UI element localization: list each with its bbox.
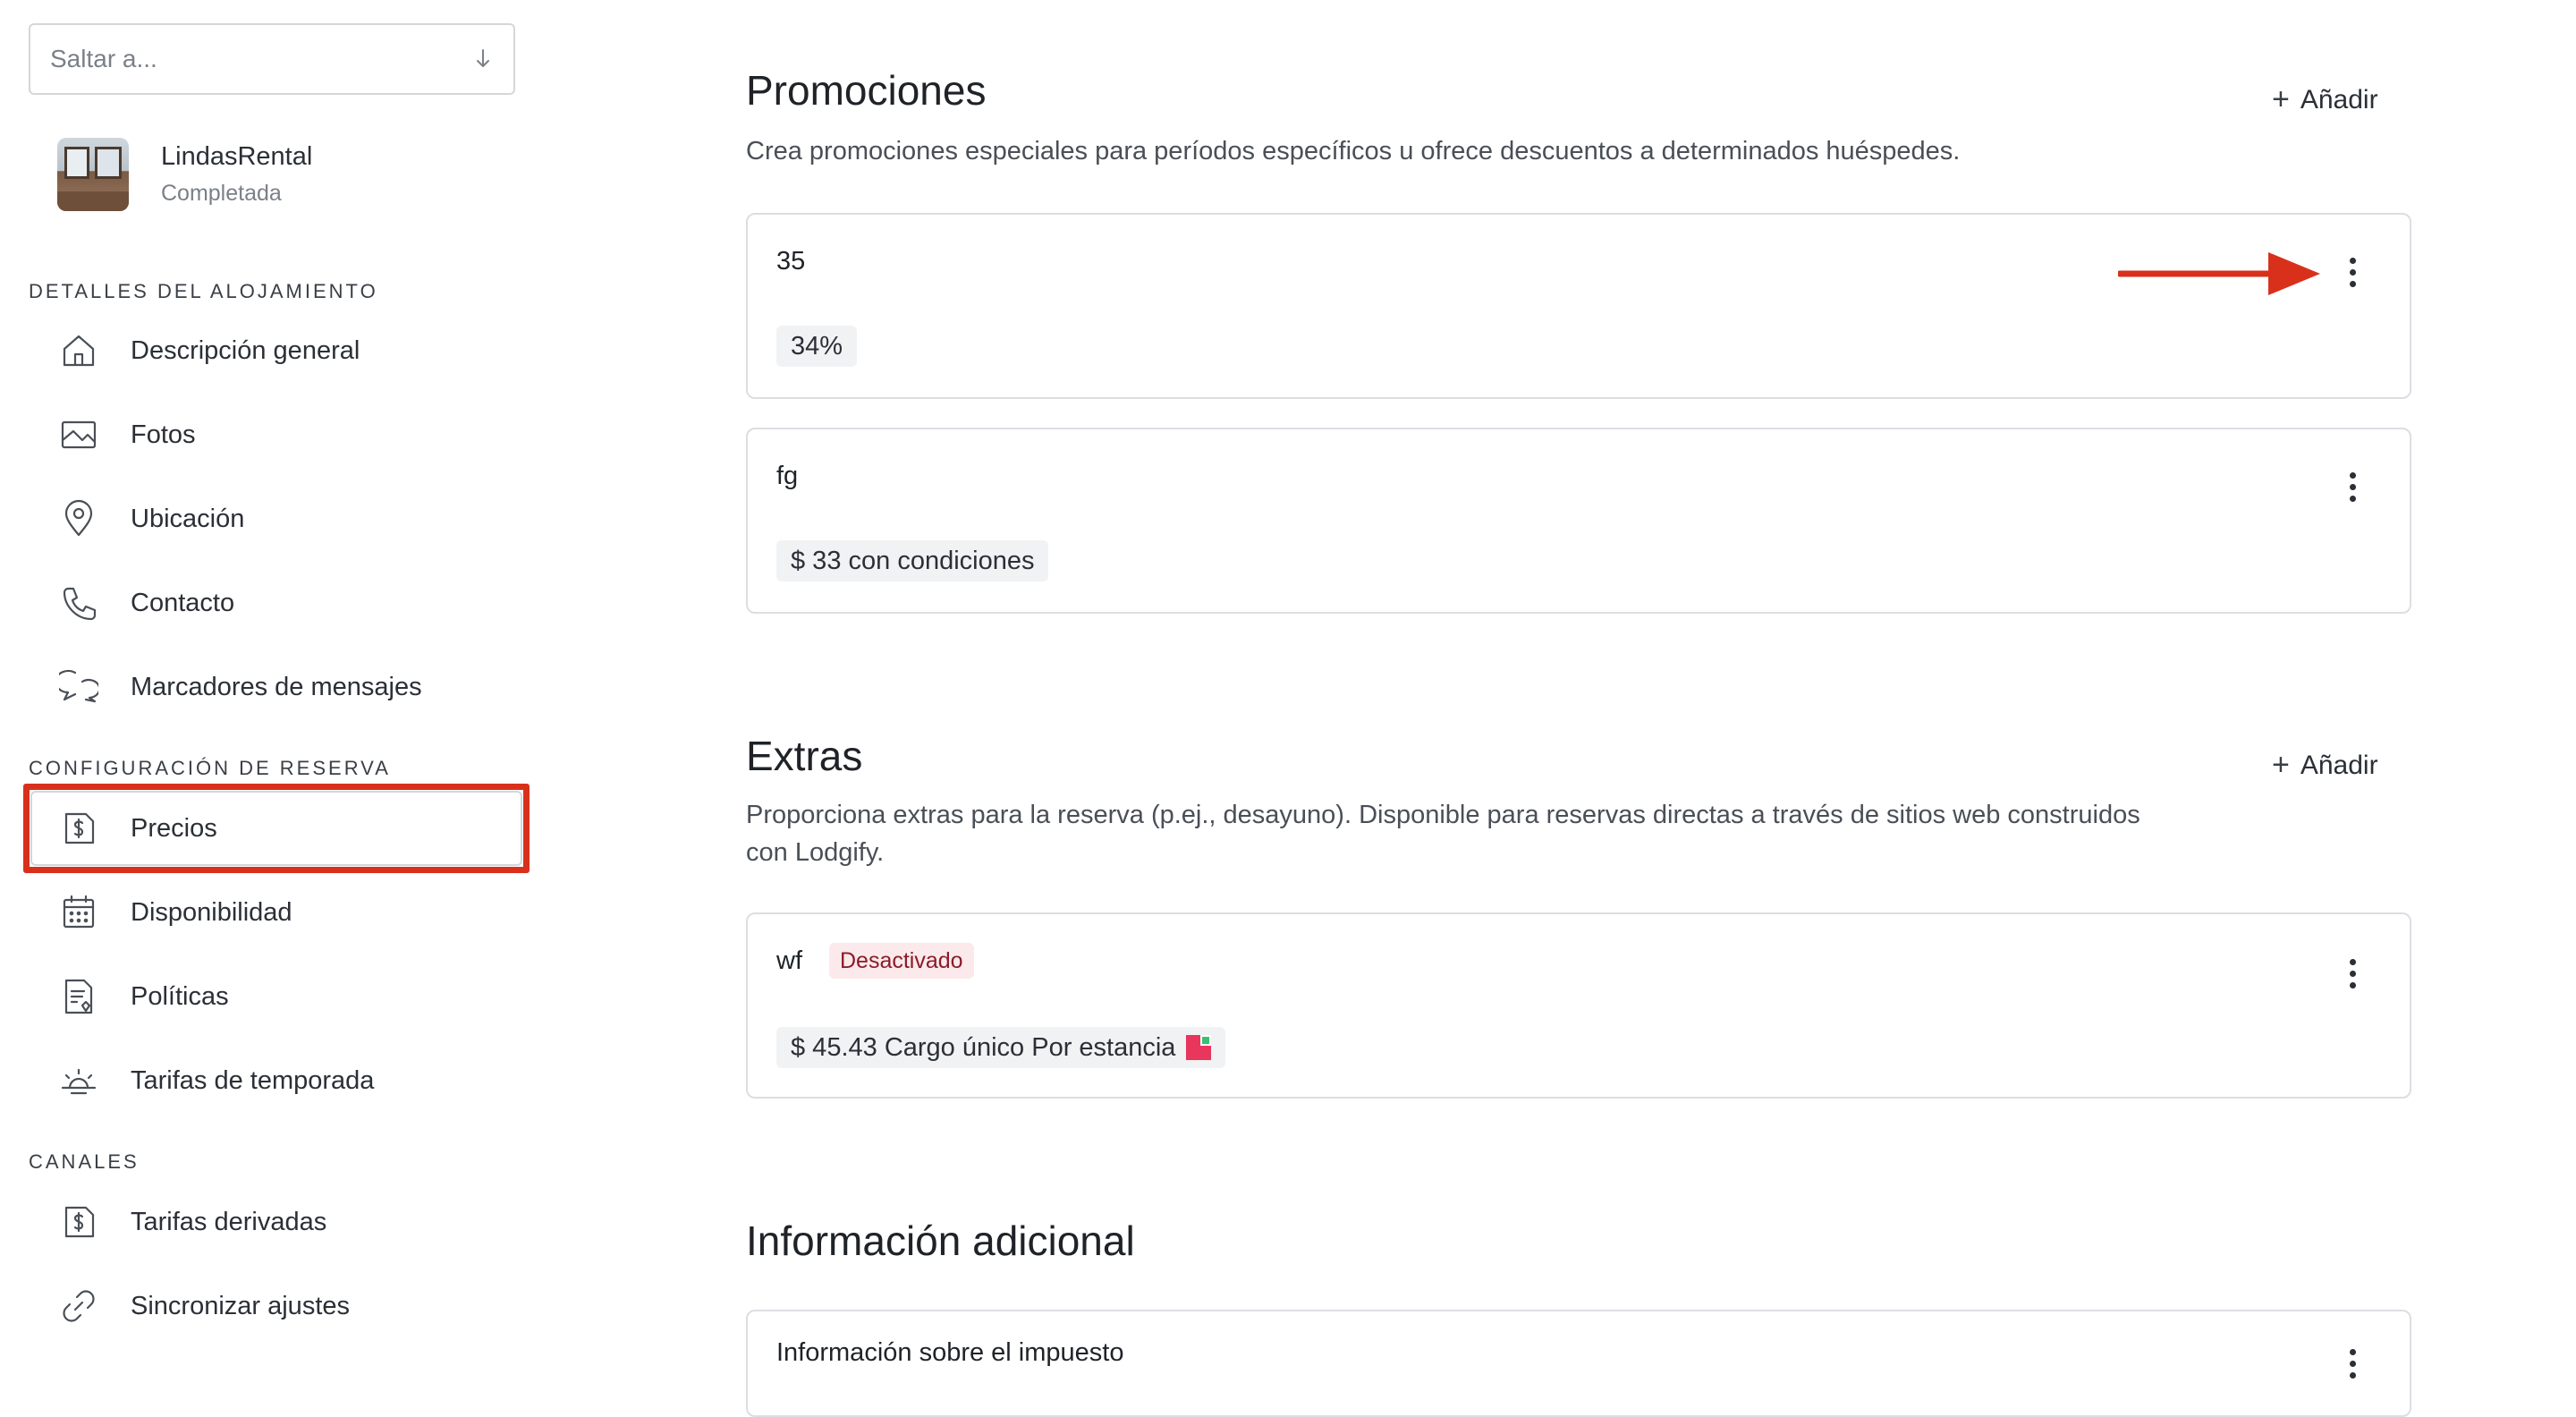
promotions-title: Promociones (746, 67, 987, 114)
sidebar-item-seasonal-rates[interactable]: Tarifas de temporada (57, 1054, 374, 1107)
section-label-booking: CONFIGURACIÓN DE RESERVA (29, 757, 391, 779)
sidebar-item-label: Políticas (131, 981, 229, 1011)
jump-to-select[interactable]: Saltar a... (29, 23, 515, 95)
sidebar-item-availability[interactable]: Disponibilidad (57, 886, 292, 939)
extras-description-line2: con Lodgify. (746, 838, 885, 867)
add-promotion-button[interactable]: + Añadir (2272, 82, 2378, 117)
more-options-icon[interactable] (2347, 959, 2358, 993)
additional-info-card-title: Información sobre el impuesto (776, 1338, 1124, 1367)
sidebar: Saltar a... LindasRental Completada DETA… (0, 0, 555, 1340)
home-icon (57, 329, 100, 372)
promotion-title: fg (776, 462, 799, 490)
extra-card[interactable]: wf Desactivado $ 45.43 Cargo único Por e… (746, 912, 2411, 1099)
extra-price-text: $ 45.43 Cargo único Por estancia (791, 1032, 1176, 1062)
red-arrow-annotation (2118, 252, 2320, 295)
promotion-discount-chip: 34% (776, 326, 858, 367)
listing-card[interactable]: LindasRental Completada (57, 138, 312, 211)
jump-to-placeholder: Saltar a... (50, 45, 157, 72)
more-options-icon[interactable] (2347, 472, 2358, 506)
arrow-down-icon (477, 49, 489, 67)
chat-bubbles-icon (57, 666, 100, 708)
promotions-description: Crea promociones especiales para período… (746, 137, 1961, 165)
promotion-condition-chip: $ 33 con condiciones (776, 540, 1049, 581)
listing-name: LindasRental (161, 142, 313, 171)
additional-info-card[interactable]: Información sobre el impuesto (746, 1310, 2411, 1417)
add-extra-button[interactable]: + Añadir (2272, 748, 2378, 783)
sidebar-item-sync-settings[interactable]: Sincronizar ajustes (57, 1279, 350, 1333)
plus-icon: + (2272, 82, 2290, 116)
extras-title: Extras (746, 733, 863, 779)
sun-icon (57, 1059, 100, 1102)
extra-title-row: wf Desactivado (776, 943, 974, 979)
phone-icon (57, 581, 100, 624)
sidebar-item-label: Precios (131, 813, 217, 843)
sidebar-item-label: Disponibilidad (131, 897, 292, 927)
extra-title: wf (776, 946, 802, 975)
sidebar-item-policies[interactable]: Políticas (57, 970, 229, 1023)
document-icon (57, 975, 100, 1018)
price-tag-icon (57, 1201, 100, 1243)
sidebar-item-label: Ubicación (131, 504, 245, 533)
more-options-icon[interactable] (2347, 1349, 2358, 1383)
sidebar-item-message-placeholders[interactable]: Marcadores de mensajes (57, 660, 422, 714)
promotion-card[interactable]: fg $ 33 con condiciones (746, 428, 2411, 614)
sidebar-item-label: Tarifas de temporada (131, 1065, 375, 1095)
extras-description-line1: Proporciona extras para la reserva (p.ej… (746, 801, 2140, 829)
listing-status: Completada (161, 181, 282, 206)
add-extra-label: Añadir (2300, 750, 2378, 780)
sidebar-item-derived-rates[interactable]: Tarifas derivadas (57, 1195, 326, 1249)
sidebar-item-contact[interactable]: Contacto (57, 576, 234, 630)
sidebar-item-label: Fotos (131, 420, 196, 449)
more-options-icon[interactable] (2347, 258, 2358, 292)
sidebar-item-label: Contacto (131, 588, 235, 617)
sidebar-item-overview[interactable]: Descripción general (57, 324, 360, 378)
sidebar-item-photos[interactable]: Fotos (57, 408, 196, 462)
add-promotion-label: Añadir (2300, 84, 2378, 115)
plus-icon: + (2272, 748, 2290, 782)
link-icon (57, 1285, 100, 1328)
image-icon (57, 413, 100, 456)
extra-price-chip: $ 45.43 Cargo único Por estancia (776, 1027, 1226, 1068)
sidebar-item-location[interactable]: Ubicación (57, 492, 244, 546)
calendar-icon (57, 891, 100, 934)
channel-flag-icon (1186, 1035, 1212, 1060)
sidebar-item-label: Sincronizar ajustes (131, 1291, 350, 1320)
sidebar-item-label: Descripción general (131, 335, 360, 365)
sidebar-item-label: Tarifas derivadas (131, 1207, 327, 1236)
section-label-details: DETALLES DEL ALOJAMIENTO (29, 280, 378, 302)
promotion-title: 35 (776, 247, 806, 276)
price-tag-icon (57, 807, 100, 850)
promotion-card[interactable]: 35 34% (746, 213, 2411, 399)
sidebar-item-label: Marcadores de mensajes (131, 672, 422, 701)
listing-thumbnail (57, 138, 129, 211)
sidebar-item-prices[interactable]: Precios (57, 802, 217, 855)
section-label-channels: CANALES (29, 1150, 140, 1173)
additional-info-title: Información adicional (746, 1218, 1135, 1264)
status-badge: Desactivado (829, 943, 974, 979)
location-pin-icon (57, 497, 100, 540)
